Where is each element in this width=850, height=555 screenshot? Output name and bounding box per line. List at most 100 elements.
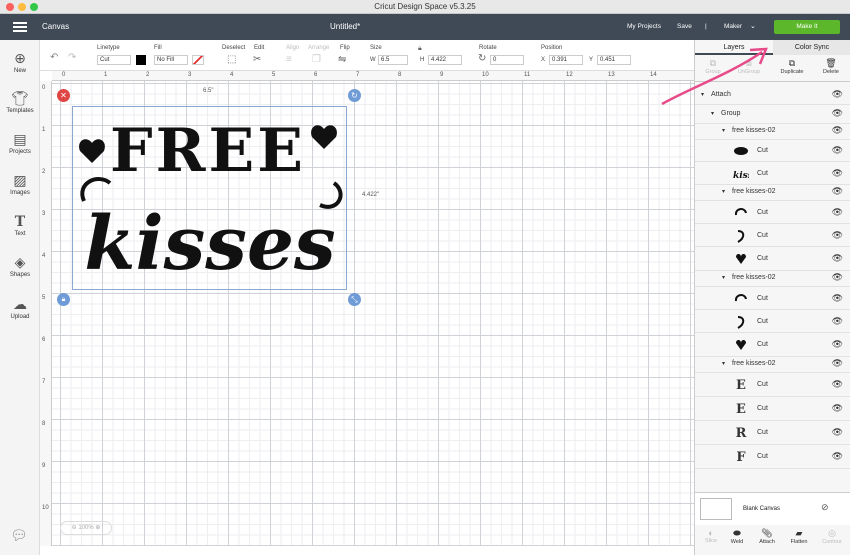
- window-controls[interactable]: [6, 3, 38, 11]
- layer-item[interactable]: Cut 👁︎: [695, 310, 850, 333]
- fill-color-swatch[interactable]: [192, 55, 204, 65]
- attach-action[interactable]: 📎︎ Attach: [753, 528, 781, 545]
- zoom-control[interactable]: ⊖ 100% ⊕: [60, 521, 112, 535]
- undo-icon[interactable]: ↶: [50, 52, 58, 63]
- chat-icon[interactable]: 💬︎: [10, 528, 28, 544]
- blank-canvas-swatch[interactable]: [700, 498, 732, 520]
- visibility-eye-icon[interactable]: 👁︎: [832, 109, 843, 119]
- free-kisses-design[interactable]: FREE kisses: [72, 101, 348, 291]
- nav-templates[interactable]: 👕︎ Templates: [0, 92, 40, 114]
- weld-action[interactable]: ⬬ Weld: [725, 528, 749, 545]
- layer-subgroup[interactable]: ▾ free kisses-02 👁︎: [695, 124, 850, 140]
- visibility-eye-icon[interactable]: 👁︎: [832, 254, 843, 264]
- layer-item[interactable]: E Cut 👁︎: [695, 397, 850, 421]
- layer-subgroup[interactable]: ▾ free kisses-02 👁︎: [695, 271, 850, 287]
- rotate-handle-icon[interactable]: ↻: [348, 89, 361, 102]
- edit-icon[interactable]: ✂: [253, 54, 261, 65]
- hamburger-menu-icon[interactable]: [13, 22, 27, 32]
- minimize-window-icon[interactable]: [18, 3, 26, 11]
- duplicate-action[interactable]: ⧉ Duplicate: [775, 58, 809, 75]
- flip-icon[interactable]: ⇋: [338, 54, 346, 65]
- document-title[interactable]: Untitled*: [330, 22, 360, 31]
- nav-projects[interactable]: ▤ Projects: [0, 133, 40, 155]
- visibility-eye-icon[interactable]: 👁︎: [832, 404, 843, 414]
- design-canvas[interactable]: 0 1 2 3 4 5 6 7 8 9 10 11 12 13 14 0 1 2 3 4 5 6 7 8 9 10 6.5" 4…: [40, 71, 694, 546]
- zoom-out-icon[interactable]: ⊖: [72, 525, 77, 531]
- zoom-in-icon[interactable]: ⊕: [95, 525, 100, 531]
- visibility-eye-icon[interactable]: 👁︎: [832, 146, 843, 156]
- blank-canvas-row[interactable]: Blank Canvas ⊘: [695, 492, 850, 525]
- height-input[interactable]: 4.422: [428, 55, 462, 65]
- hidden-eye-icon[interactable]: ⊘: [821, 503, 829, 513]
- linetype-select[interactable]: Cut: [97, 55, 131, 65]
- arrange-icon[interactable]: ❐: [312, 54, 321, 65]
- contour-action[interactable]: ◎ Contour: [817, 528, 847, 545]
- linetype-label: Linetype: [97, 45, 120, 51]
- layer-item[interactable]: Cut 👁︎: [695, 287, 850, 310]
- tab-color-sync[interactable]: Color Sync: [773, 40, 850, 55]
- delete-action[interactable]: 🗑︎ Delete: [817, 58, 845, 75]
- redo-icon[interactable]: ↷: [68, 52, 76, 63]
- visibility-eye-icon[interactable]: 👁︎: [832, 208, 843, 218]
- layer-item[interactable]: R Cut 👁︎: [695, 421, 850, 445]
- visibility-eye-icon[interactable]: 👁︎: [832, 273, 843, 283]
- nav-upload[interactable]: ☁ Upload: [0, 298, 40, 320]
- fill-select[interactable]: No Fill: [154, 55, 188, 65]
- layer-item[interactable]: F Cut 👁︎: [695, 445, 850, 469]
- chevron-down-icon[interactable]: ⌄: [750, 22, 756, 30]
- caret-down-icon[interactable]: ▾: [722, 274, 725, 281]
- visibility-eye-icon[interactable]: 👁︎: [832, 126, 843, 136]
- layer-item[interactable]: Cut 👁︎: [695, 224, 850, 247]
- caret-down-icon[interactable]: ▾: [722, 360, 725, 367]
- align-icon[interactable]: ≡: [286, 54, 292, 65]
- height-label: H: [420, 57, 425, 63]
- visibility-eye-icon[interactable]: 👁︎: [832, 428, 843, 438]
- visibility-eye-icon[interactable]: 👁︎: [832, 169, 843, 179]
- caret-down-icon[interactable]: ▾: [722, 127, 725, 134]
- close-window-icon[interactable]: [6, 3, 14, 11]
- rotate-input[interactable]: 0: [490, 55, 524, 65]
- visibility-eye-icon[interactable]: 👁︎: [832, 231, 843, 241]
- nav-images[interactable]: ▨ Images: [0, 174, 40, 196]
- maximize-window-icon[interactable]: [30, 3, 38, 11]
- caret-down-icon[interactable]: ▾: [711, 110, 714, 117]
- visibility-eye-icon[interactable]: 👁︎: [832, 340, 843, 350]
- make-it-button[interactable]: Make It: [774, 20, 840, 34]
- layer-item[interactable]: Cut 👁︎: [695, 140, 850, 162]
- machine-select[interactable]: Maker: [724, 23, 742, 30]
- visibility-eye-icon[interactable]: 👁︎: [832, 359, 843, 369]
- width-input[interactable]: 6.5: [378, 55, 408, 65]
- y-input[interactable]: 0.451: [597, 55, 631, 65]
- visibility-eye-icon[interactable]: 👁︎: [832, 380, 843, 390]
- duplicate-action-label: Duplicate: [780, 69, 804, 75]
- slice-action[interactable]: ◐ Slice: [699, 528, 723, 544]
- layer-item[interactable]: Cut 👁︎: [695, 247, 850, 271]
- x-input[interactable]: 0.391: [549, 55, 583, 65]
- save-link[interactable]: Save: [677, 23, 692, 30]
- lock-icon[interactable]: 🔒︎: [418, 45, 422, 53]
- layer-subgroup[interactable]: ▾ free kisses-02 👁︎: [695, 357, 850, 373]
- visibility-eye-icon[interactable]: 👁︎: [832, 90, 843, 100]
- caret-down-icon[interactable]: ▾: [722, 188, 725, 195]
- visibility-eye-icon[interactable]: 👁︎: [832, 317, 843, 327]
- layer-item[interactable]: E Cut 👁︎: [695, 373, 850, 397]
- layer-item[interactable]: Cut 👁︎: [695, 333, 850, 357]
- visibility-eye-icon[interactable]: 👁︎: [832, 187, 843, 197]
- linetype-color-swatch[interactable]: [136, 55, 146, 65]
- width-label: W: [370, 57, 376, 63]
- deselect-icon[interactable]: ⬚: [227, 54, 236, 65]
- lock-handle-icon[interactable]: 🔒︎: [57, 293, 70, 306]
- layer-item[interactable]: kiss Cut 👁︎: [695, 162, 850, 185]
- nav-text[interactable]: T Text: [0, 215, 40, 237]
- rotate-icon[interactable]: ↻: [478, 53, 486, 64]
- visibility-eye-icon[interactable]: 👁︎: [832, 294, 843, 304]
- visibility-eye-icon[interactable]: 👁︎: [832, 452, 843, 462]
- flatten-action[interactable]: ▰ Flatten: [785, 528, 813, 545]
- my-projects-link[interactable]: My Projects: [627, 23, 661, 30]
- delete-handle-icon[interactable]: ✕: [57, 89, 70, 102]
- nav-shapes[interactable]: ◈ Shapes: [0, 256, 40, 278]
- scale-handle-icon[interactable]: ⤡: [348, 293, 361, 306]
- layer-item[interactable]: Cut 👁︎: [695, 201, 850, 224]
- layer-subgroup[interactable]: ▾ free kisses-02 👁︎: [695, 185, 850, 201]
- nav-new[interactable]: ⊕ New: [0, 52, 40, 74]
